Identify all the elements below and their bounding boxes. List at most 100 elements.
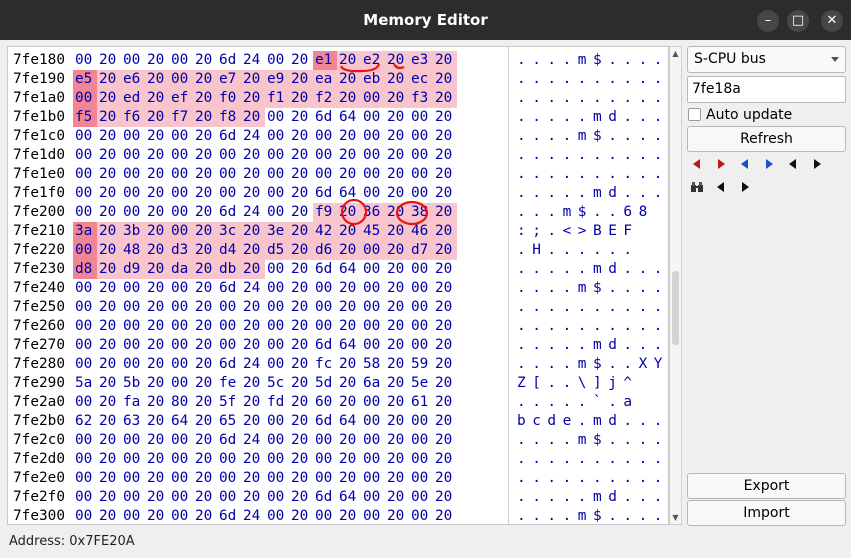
- ascii-char[interactable]: .: [654, 108, 663, 127]
- hex-byte[interactable]: 00: [315, 146, 332, 165]
- hex-byte[interactable]: 20: [339, 165, 356, 184]
- ascii-char[interactable]: .: [608, 70, 617, 89]
- hex-byte[interactable]: 20: [147, 450, 164, 469]
- hex-row[interactable]: 7fe300 00 20 00 20 00 20 6d 24 00 20 00 20 00 20 00 20..…: [8, 507, 668, 524]
- hex-byte[interactable]: 20: [339, 89, 356, 108]
- ascii-char[interactable]: .: [532, 393, 541, 412]
- hex-byte[interactable]: 00: [363, 336, 380, 355]
- hex-byte[interactable]: 20: [243, 70, 260, 89]
- hex-byte[interactable]: 00: [123, 184, 140, 203]
- ascii-char[interactable]: .: [608, 355, 617, 374]
- ascii-char[interactable]: .: [623, 89, 632, 108]
- hex-byte[interactable]: d3: [171, 241, 188, 260]
- hex-byte[interactable]: eb: [363, 70, 380, 89]
- ascii-char[interactable]: .: [639, 469, 648, 488]
- hex-byte[interactable]: 20: [99, 507, 116, 524]
- hex-byte[interactable]: 59: [411, 355, 428, 374]
- hex-byte[interactable]: 6d: [219, 279, 236, 298]
- hex-byte[interactable]: 00: [267, 450, 284, 469]
- hex-byte[interactable]: 00: [363, 469, 380, 488]
- ascii-char[interactable]: .: [623, 165, 632, 184]
- ascii-char[interactable]: .: [547, 222, 556, 241]
- hex-byte[interactable]: 20: [387, 184, 404, 203]
- maximize-button[interactable]: □: [787, 10, 809, 32]
- hex-byte[interactable]: 20: [387, 70, 404, 89]
- hex-byte[interactable]: 00: [267, 412, 284, 431]
- hex-byte[interactable]: 00: [267, 279, 284, 298]
- hex-byte[interactable]: 3c: [219, 222, 236, 241]
- hex-byte[interactable]: 20: [147, 355, 164, 374]
- hex-row[interactable]: 7fe290 5a 20 5b 20 00 20 fe 20 5c 20 5d 20 6a 20 5e 20 Z […: [8, 374, 668, 393]
- ascii-char[interactable]: .: [563, 355, 572, 374]
- hex-byte[interactable]: 20: [339, 70, 356, 89]
- hex-byte[interactable]: 00: [75, 317, 92, 336]
- hex-byte[interactable]: 5e: [411, 374, 428, 393]
- ascii-char[interactable]: .: [578, 450, 587, 469]
- ascii-char[interactable]: $: [593, 127, 602, 146]
- ascii-char[interactable]: .: [654, 488, 663, 507]
- hex-byte[interactable]: 20: [339, 127, 356, 146]
- hex-byte[interactable]: 6d: [219, 355, 236, 374]
- ascii-char[interactable]: .: [563, 469, 572, 488]
- ascii-char[interactable]: .: [532, 488, 541, 507]
- ascii-char[interactable]: .: [547, 336, 556, 355]
- ascii-char[interactable]: .: [578, 184, 587, 203]
- hex-byte[interactable]: 00: [267, 260, 284, 279]
- ascii-char[interactable]: .: [593, 241, 602, 260]
- hex-row[interactable]: 7fe1e0 00 20 00 20 00 20 00 20 00 20 00 20 00 20 00 20..…: [8, 165, 668, 184]
- ascii-char[interactable]: .: [517, 469, 526, 488]
- hex-byte[interactable]: 00: [315, 507, 332, 524]
- hex-row[interactable]: 7fe250 00 20 00 20 00 20 00 20 00 20 00 20 00 20 00 20..…: [8, 298, 668, 317]
- hex-byte[interactable]: 00: [363, 279, 380, 298]
- hex-byte[interactable]: 00: [411, 431, 428, 450]
- hex-byte[interactable]: 20: [291, 279, 308, 298]
- ascii-char[interactable]: .: [532, 317, 541, 336]
- ascii-char[interactable]: F: [623, 222, 632, 241]
- hex-byte[interactable]: 20: [147, 469, 164, 488]
- ascii-char[interactable]: .: [532, 70, 541, 89]
- hex-byte[interactable]: 20: [291, 260, 308, 279]
- hex-byte[interactable]: 64: [339, 260, 356, 279]
- ascii-char[interactable]: m: [593, 260, 602, 279]
- hex-byte[interactable]: 20: [291, 222, 308, 241]
- hex-byte[interactable]: 20: [291, 507, 308, 524]
- ascii-char[interactable]: .: [608, 241, 617, 260]
- ascii-char[interactable]: .: [623, 488, 632, 507]
- ascii-char[interactable]: m: [578, 127, 587, 146]
- hex-byte[interactable]: 6d: [315, 336, 332, 355]
- hex-byte[interactable]: 20: [243, 488, 260, 507]
- ascii-char[interactable]: .: [517, 393, 526, 412]
- ascii-char[interactable]: .: [608, 393, 617, 412]
- ascii-char[interactable]: .: [654, 507, 663, 524]
- hex-byte[interactable]: 00: [75, 355, 92, 374]
- hex-byte[interactable]: 20: [195, 260, 212, 279]
- ascii-char[interactable]: .: [547, 127, 556, 146]
- ascii-char[interactable]: .: [623, 450, 632, 469]
- hex-byte[interactable]: 00: [363, 260, 380, 279]
- vertical-scrollbar[interactable]: ▲ ▼: [669, 46, 682, 525]
- ascii-char[interactable]: .: [547, 89, 556, 108]
- hex-row[interactable]: 7fe1c0 00 20 00 20 00 20 6d 24 00 20 00 20 00 20 00 20..…: [8, 127, 668, 146]
- address-input[interactable]: 7fe18a: [687, 76, 846, 103]
- hex-byte[interactable]: 20: [435, 70, 452, 89]
- ascii-char[interactable]: .: [608, 89, 617, 108]
- hex-byte[interactable]: 20: [243, 393, 260, 412]
- ascii-char[interactable]: .: [639, 279, 648, 298]
- hex-byte[interactable]: 20: [291, 317, 308, 336]
- hex-byte[interactable]: f1: [267, 89, 284, 108]
- hex-byte[interactable]: 00: [75, 127, 92, 146]
- ascii-char[interactable]: .: [517, 450, 526, 469]
- ascii-char[interactable]: .: [563, 450, 572, 469]
- hex-byte[interactable]: 00: [171, 279, 188, 298]
- ascii-char[interactable]: d: [608, 412, 617, 431]
- ascii-char[interactable]: .: [654, 279, 663, 298]
- hex-byte[interactable]: 20: [195, 146, 212, 165]
- hex-byte[interactable]: 3a: [75, 222, 92, 241]
- ascii-char[interactable]: Y: [654, 355, 663, 374]
- ascii-char[interactable]: .: [547, 374, 556, 393]
- ascii-char[interactable]: $: [578, 203, 587, 222]
- hex-byte[interactable]: 00: [171, 70, 188, 89]
- hex-view[interactable]: 7fe180 00 20 00 20 00 20 6d 24 00 20 e1 20 e2 20 e3 20..…: [7, 46, 669, 525]
- ascii-char[interactable]: .: [623, 51, 632, 70]
- ascii-char[interactable]: .: [547, 184, 556, 203]
